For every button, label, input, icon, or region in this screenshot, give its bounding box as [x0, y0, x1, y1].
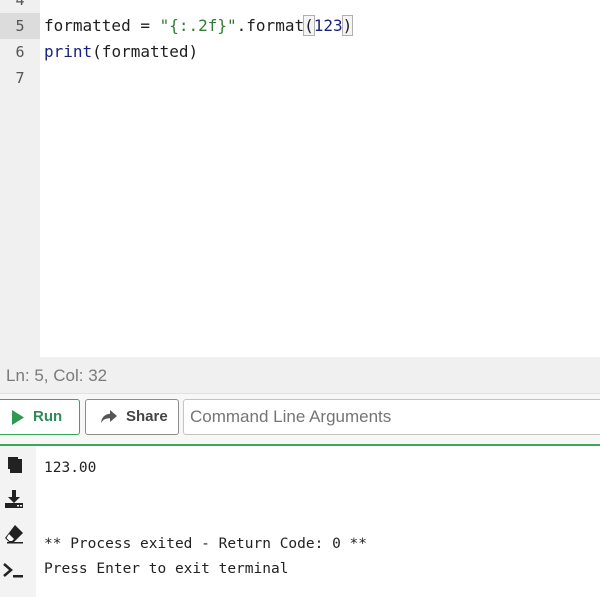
code-token: .format [236, 16, 305, 35]
command-line-arguments-input[interactable] [183, 399, 600, 435]
line-number: 4 [15, 0, 25, 9]
code-line-current[interactable]: 5 formatted = "{:.2f}".format(123) [0, 13, 600, 39]
code-line[interactable]: 6 print(formatted) [0, 39, 600, 65]
line-number: 6 [15, 43, 25, 61]
line-code: formatted = "{:.2f}".format(123) [44, 13, 354, 39]
code-line[interactable]: 4 [0, 0, 600, 13]
run-toolbar: Run Share [0, 394, 600, 446]
matched-paren: ) [341, 15, 354, 36]
share-button-label: Share [126, 408, 168, 425]
matched-paren: ( [303, 15, 315, 36]
run-button[interactable]: Run [0, 399, 80, 435]
number-literal: 123 [313, 16, 343, 35]
process-exit-message: ** Process exited - Return Code: 0 ** [44, 536, 368, 552]
run-button-label: Run [33, 408, 63, 425]
code-token: formatted = [44, 16, 160, 35]
status-bar: Ln: 5, Col: 32 [0, 357, 600, 394]
terminal-panel[interactable]: 123.00 ** Process exited - Return Code: … [0, 446, 600, 597]
line-code: print(formatted) [44, 39, 198, 65]
share-icon [100, 410, 118, 428]
builtin-function: print [44, 42, 93, 61]
press-enter-message: Press Enter to exit terminal [44, 561, 289, 577]
program-output: 123.00 [44, 460, 97, 476]
terminal-prompt-icon[interactable] [3, 559, 25, 581]
line-number: 5 [0, 13, 40, 39]
eraser-icon[interactable] [3, 523, 25, 545]
cursor-position: Ln: 5, Col: 32 [6, 366, 108, 385]
copy-icon[interactable] [3, 454, 25, 476]
play-icon [11, 410, 25, 429]
code-editor[interactable]: 4 5 formatted = "{:.2f}".format(123) 6 p… [0, 0, 600, 357]
online-python-ide: 4 5 formatted = "{:.2f}".format(123) 6 p… [0, 0, 600, 597]
terminal-toolbar [0, 446, 36, 597]
share-button[interactable]: Share [85, 399, 179, 435]
line-number: 7 [15, 69, 25, 87]
code-line[interactable]: 7 [0, 65, 600, 91]
download-icon[interactable] [3, 488, 25, 510]
code-token: (formatted) [92, 42, 199, 61]
string-literal: "{:.2f}" [159, 16, 237, 35]
